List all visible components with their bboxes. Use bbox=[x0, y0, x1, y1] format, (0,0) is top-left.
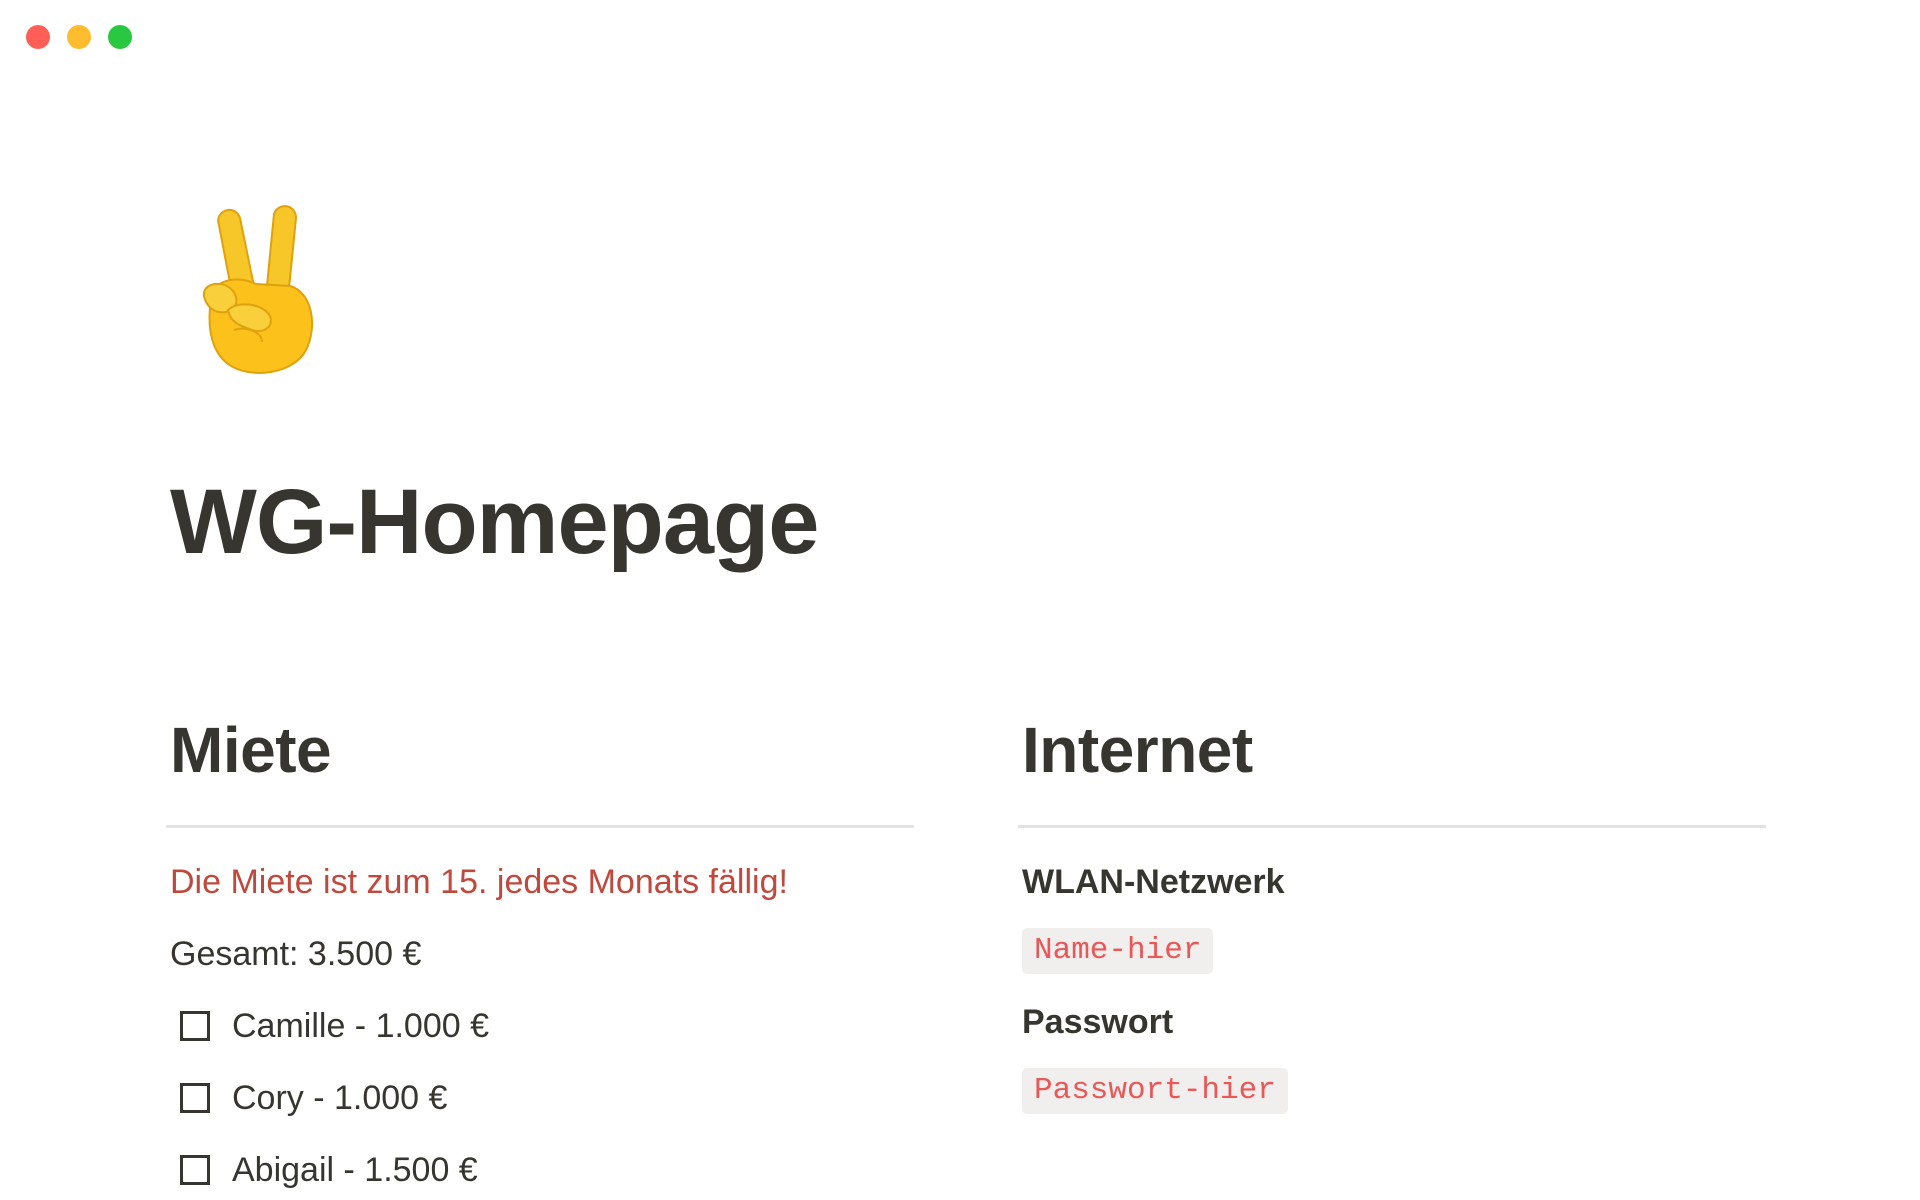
zoom-window-button[interactable] bbox=[108, 25, 132, 49]
wifi-name-code[interactable]: Name-hier bbox=[1022, 928, 1214, 974]
rent-total[interactable]: Gesamt: 3.500 € bbox=[170, 934, 914, 974]
password-code[interactable]: Passwort-hier bbox=[1022, 1068, 1288, 1114]
victory-hand-icon[interactable] bbox=[190, 200, 320, 380]
todo-checkbox[interactable] bbox=[180, 1011, 210, 1041]
page-title[interactable]: WG-Homepage bbox=[170, 471, 819, 573]
internet-heading[interactable]: Internet bbox=[1022, 712, 1766, 788]
password-label[interactable]: Passwort bbox=[1022, 1002, 1766, 1042]
close-window-button[interactable] bbox=[26, 25, 50, 49]
internet-column: Internet WLAN-Netzwerk Name-hier Passwor… bbox=[1018, 712, 1766, 1114]
wifi-label[interactable]: WLAN-Netzwerk bbox=[1022, 862, 1766, 902]
todo-item: Cory - 1.000 € bbox=[180, 1078, 914, 1118]
todo-item: Abigail - 1.500 € bbox=[180, 1150, 914, 1190]
rent-column: Miete Die Miete ist zum 15. jedes Monats… bbox=[166, 712, 914, 1190]
todo-label[interactable]: Abigail - 1.500 € bbox=[232, 1150, 478, 1190]
todo-label[interactable]: Cory - 1.000 € bbox=[232, 1078, 447, 1118]
todo-label[interactable]: Camille - 1.000 € bbox=[232, 1006, 489, 1046]
todo-checkbox[interactable] bbox=[180, 1155, 210, 1185]
app-window: WG-Homepage Miete Die Miete ist zum 15. … bbox=[0, 0, 1920, 1200]
rent-divider bbox=[166, 825, 914, 828]
rent-due-notice[interactable]: Die Miete ist zum 15. jedes Monats fälli… bbox=[170, 862, 914, 902]
window-controls bbox=[26, 25, 132, 49]
internet-divider bbox=[1018, 825, 1766, 828]
todo-item: Camille - 1.000 € bbox=[180, 1006, 914, 1046]
rent-heading[interactable]: Miete bbox=[170, 712, 914, 788]
todo-checkbox[interactable] bbox=[180, 1083, 210, 1113]
minimize-window-button[interactable] bbox=[67, 25, 91, 49]
